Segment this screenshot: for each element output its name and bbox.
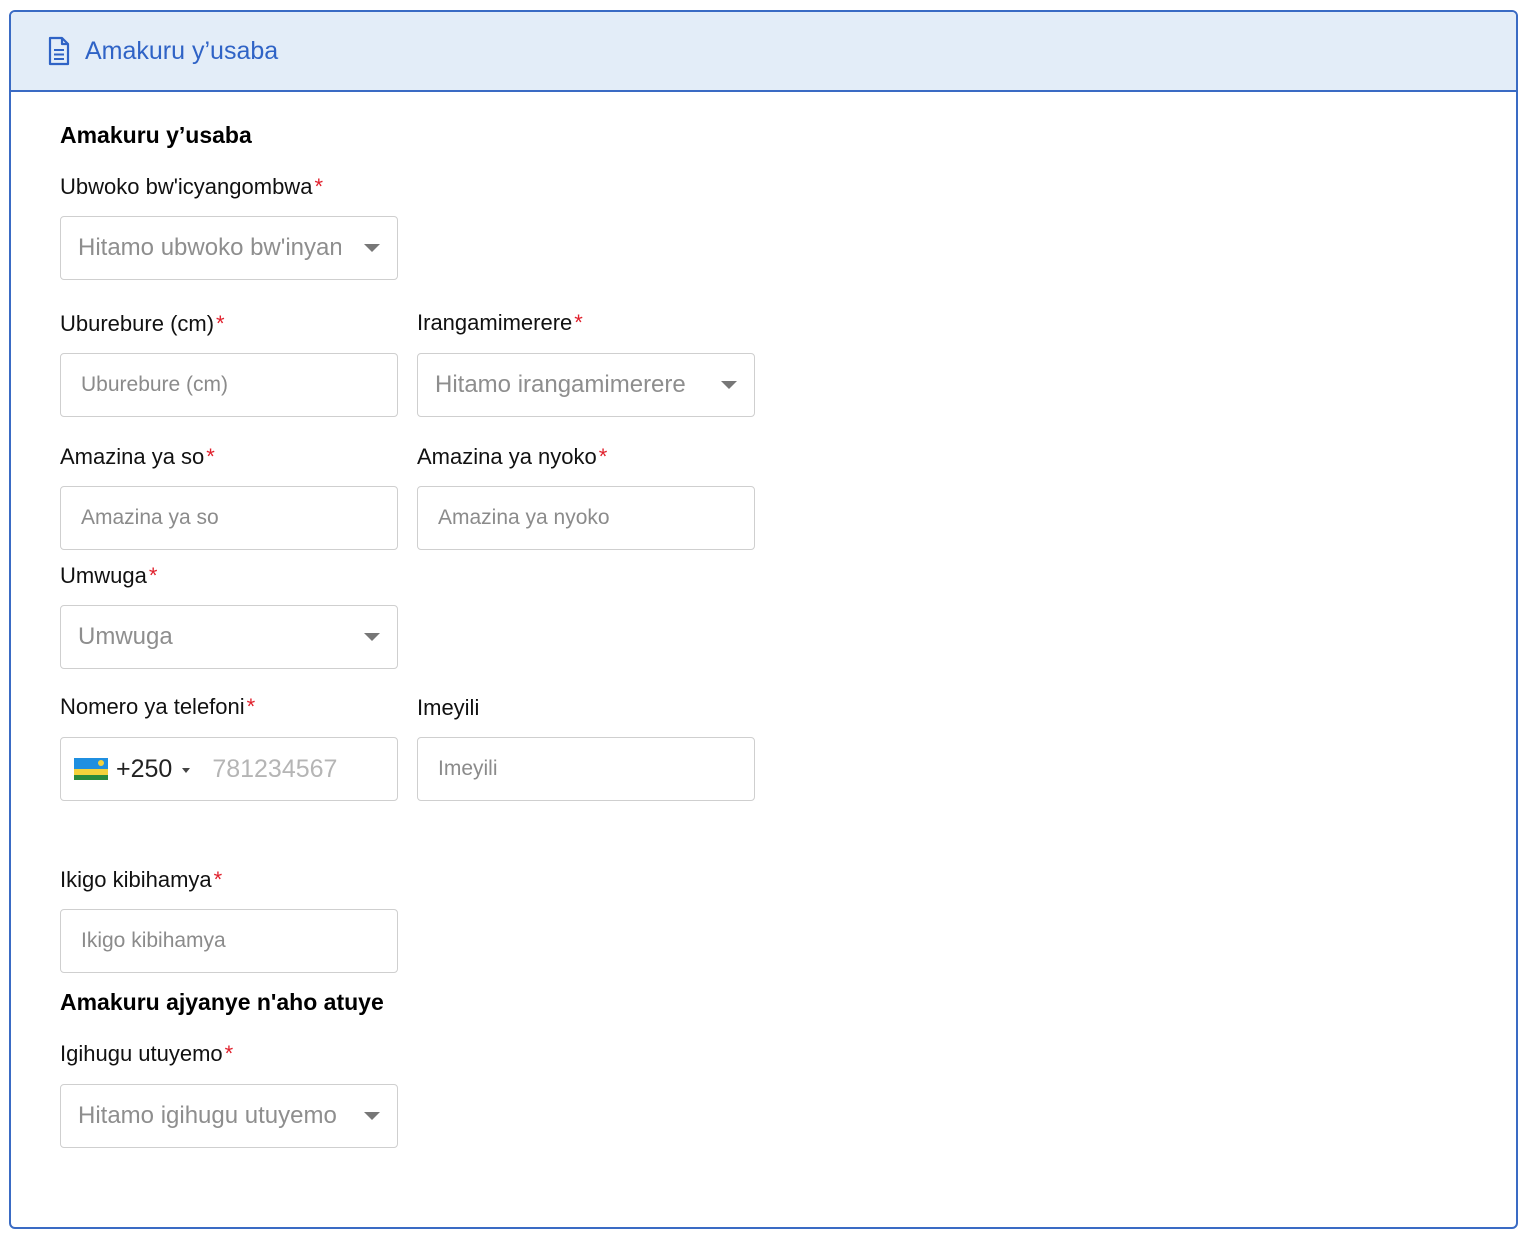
label-father-name: Amazina ya so*: [60, 444, 215, 469]
occupation-select[interactable]: Umwuga: [60, 605, 398, 669]
email-input[interactable]: Imeyili: [417, 737, 755, 801]
phone-placeholder: 781234567: [212, 754, 338, 783]
label-email: Imeyili: [417, 695, 480, 720]
mother-name-input[interactable]: Amazina ya nyoko: [417, 486, 755, 550]
chevron-down-icon: [364, 633, 380, 641]
document-type-placeholder: Hitamo ubwoko bw'inyandiko: [78, 234, 341, 261]
label-height: Uburebure (cm)*: [60, 311, 225, 336]
required-marker: *: [213, 867, 223, 892]
required-marker: *: [598, 444, 608, 469]
application-card: Amakuru y’usaba Amakuru y’usaba Ubwoko b…: [9, 10, 1518, 1229]
country-code-caret-icon[interactable]: [182, 767, 191, 773]
marital-status-placeholder: Hitamo irangamimerere: [435, 371, 686, 398]
phone-input[interactable]: +250 781234567: [60, 737, 398, 801]
label-document-type: Ubwoko bw'icyangombwa*: [60, 174, 323, 199]
chevron-down-icon: [721, 381, 737, 389]
chevron-down-icon: [364, 1112, 380, 1120]
label-marital-status: Irangamimerere*: [417, 310, 583, 335]
required-marker: *: [314, 174, 323, 199]
card-title: Amakuru y’usaba: [85, 36, 279, 65]
required-marker: *: [206, 444, 215, 469]
required-marker: *: [246, 694, 256, 719]
card-header: Amakuru y’usaba: [11, 12, 1516, 92]
required-marker: *: [574, 310, 583, 335]
marital-status-select[interactable]: Hitamo irangamimerere: [417, 353, 755, 417]
required-marker: *: [216, 311, 225, 336]
rwanda-flag-icon[interactable]: [74, 758, 108, 780]
father-name-input[interactable]: Amazina ya so: [60, 486, 398, 550]
height-input[interactable]: Uburebure (cm): [60, 353, 398, 417]
institution-input[interactable]: Ikigo kibihamya: [60, 909, 398, 973]
email-placeholder: Imeyili: [438, 757, 498, 780]
label-mother-name: Amazina ya nyoko*: [417, 444, 608, 469]
institution-placeholder: Ikigo kibihamya: [81, 929, 226, 952]
country-placeholder: Hitamo igihugu utuyemo: [78, 1102, 337, 1129]
document-type-select[interactable]: Hitamo ubwoko bw'inyandiko: [60, 216, 398, 280]
country-code[interactable]: +250: [116, 755, 172, 784]
section-title-residence: Amakuru ajyanye n'aho atuye: [60, 989, 384, 1015]
chevron-down-icon: [364, 244, 380, 252]
required-marker: *: [148, 563, 158, 588]
father-name-placeholder: Amazina ya so: [81, 506, 219, 529]
section-title-applicant: Amakuru y’usaba: [60, 122, 252, 148]
label-institution: Ikigo kibihamya*: [60, 867, 223, 892]
height-placeholder: Uburebure (cm): [81, 373, 229, 396]
required-marker: *: [224, 1041, 234, 1066]
label-phone: Nomero ya telefoni*: [60, 694, 256, 719]
occupation-placeholder: Umwuga: [78, 623, 173, 650]
country-select[interactable]: Hitamo igihugu utuyemo: [60, 1084, 398, 1148]
label-occupation: Umwuga*: [60, 563, 158, 588]
mother-name-placeholder: Amazina ya nyoko: [438, 506, 610, 529]
document-icon: [47, 36, 73, 66]
label-country: Igihugu utuyemo*: [60, 1041, 234, 1066]
